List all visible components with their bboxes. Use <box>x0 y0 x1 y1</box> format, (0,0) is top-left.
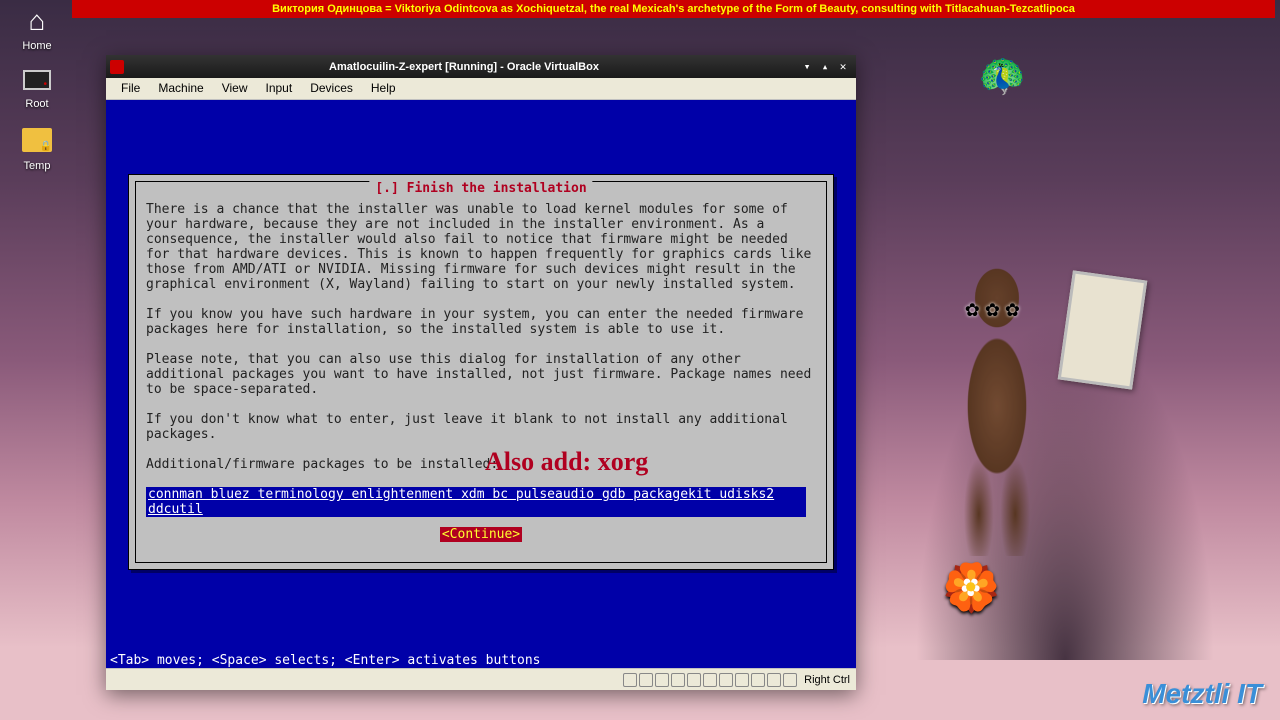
status-audio-icon[interactable] <box>655 673 669 687</box>
wallpaper-bird: 🦚 <box>974 51 1028 103</box>
status-mouse-icon[interactable] <box>767 673 781 687</box>
maximize-button[interactable]: ▴ <box>816 60 834 73</box>
wallpaper-glyph: 🏵️ <box>943 560 1000 615</box>
packages-input[interactable]: connman bluez terminology enlightenment … <box>146 487 806 517</box>
handwritten-annotation: Also add: xorg <box>485 447 648 477</box>
menu-view[interactable]: View <box>213 78 257 99</box>
top-banner: Bиктория Одинцова = Viktoriya Odintcova … <box>72 0 1275 18</box>
virtualbox-window: Amatlocuilin-Z-expert [Running] - Oracle… <box>106 55 856 690</box>
status-display-icon[interactable] <box>719 673 733 687</box>
menu-help[interactable]: Help <box>362 78 405 99</box>
dialog-border: [.] Finish the installation There is a c… <box>135 181 827 563</box>
virtualbox-icon <box>110 60 124 74</box>
status-hdd-icon[interactable] <box>623 673 637 687</box>
desktop-icon-home[interactable]: ⌂ Home <box>12 5 62 52</box>
installer-dialog: [.] Finish the installation There is a c… <box>128 174 834 570</box>
window-title-text: Amatlocuilin-Z-expert [Running] - Oracle… <box>130 61 798 73</box>
desktop-icon-label: Root <box>12 98 62 110</box>
dialog-title: [.] Finish the installation <box>369 181 592 196</box>
desktop-icon-label: Temp <box>12 160 62 172</box>
status-optical-icon[interactable] <box>639 673 653 687</box>
monitor-icon <box>23 70 51 90</box>
hostkey-label: Right Ctrl <box>804 674 850 686</box>
statusbar: Right Ctrl <box>106 668 856 690</box>
menu-machine[interactable]: Machine <box>149 78 212 99</box>
status-cpu-icon[interactable] <box>751 673 765 687</box>
wallpaper-card <box>1058 270 1148 389</box>
status-shared-icon[interactable] <box>703 673 717 687</box>
brand-logo: Metztli IT <box>1142 678 1262 710</box>
menu-file[interactable]: File <box>112 78 149 99</box>
status-keyboard-icon[interactable] <box>783 673 797 687</box>
dialog-paragraph: There is a chance that the installer was… <box>146 202 816 292</box>
status-network-icon[interactable] <box>671 673 685 687</box>
dialog-paragraph: If you don't know what to enter, just le… <box>146 412 816 442</box>
key-hint: <Tab> moves; <Space> selects; <Enter> ac… <box>106 653 544 668</box>
continue-button[interactable]: <Continue> <box>440 527 522 542</box>
status-usb-icon[interactable] <box>687 673 701 687</box>
menu-input[interactable]: Input <box>257 78 302 99</box>
close-button[interactable]: ✕ <box>834 60 852 73</box>
menu-bar: File Machine View Input Devices Help <box>106 78 856 100</box>
folder-lock-icon <box>22 128 52 152</box>
dialog-paragraph: If you know you have such hardware in yo… <box>146 307 816 337</box>
status-recording-icon[interactable] <box>735 673 749 687</box>
desktop-icon-root[interactable]: Root <box>12 70 62 110</box>
vm-client-area: [.] Finish the installation There is a c… <box>106 100 856 668</box>
dialog-prompt: Additional/firmware packages to be insta… <box>146 457 816 472</box>
dialog-paragraph: Please note, that you can also use this … <box>146 352 816 397</box>
desktop-icon-temp[interactable]: Temp <box>12 128 62 172</box>
wallpaper-flowers: ✿ ✿ ✿ <box>965 300 1020 321</box>
menu-devices[interactable]: Devices <box>301 78 362 99</box>
window-titlebar: Amatlocuilin-Z-expert [Running] - Oracle… <box>106 55 856 78</box>
desktop-icon-label: Home <box>12 40 62 52</box>
minimize-button[interactable]: ▾ <box>798 60 816 73</box>
home-icon: ⌂ <box>12 5 62 37</box>
